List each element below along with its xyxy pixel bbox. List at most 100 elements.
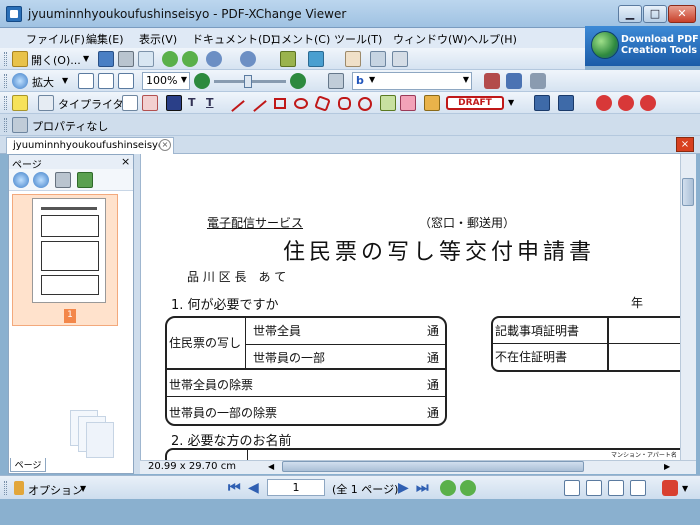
tab-close-icon[interactable]: × [159,139,171,151]
save-icon[interactable] [98,51,114,67]
strikeout-icon[interactable]: T [188,96,196,109]
eraser-icon[interactable] [400,95,416,111]
callout-icon[interactable] [142,95,158,111]
history-back-icon[interactable] [440,480,456,496]
rectangle-icon[interactable] [274,98,286,109]
search-prev-icon[interactable] [484,73,500,89]
polygon-line-icon[interactable] [338,97,351,110]
actual-size-icon[interactable] [78,73,94,89]
thumb-zoom-in-icon[interactable] [13,172,29,188]
perimeter-icon[interactable] [640,95,656,111]
chevron-down-icon[interactable]: ▼ [682,484,688,493]
redo-icon[interactable] [240,51,256,67]
options-button[interactable]: オプション [28,482,83,498]
pdf-export-icon[interactable] [662,480,678,496]
pages-pane-tab[interactable]: ページ [10,458,46,472]
toolbar-grip[interactable] [4,52,7,66]
document-view[interactable]: 電子配信サービス （窓口・郵送用） 住民票の写し等交付申請書 品 川 区 長 あ… [140,154,685,462]
measure-icon[interactable] [596,95,612,111]
zoom-in-button[interactable] [290,73,306,89]
zoom-in-icon[interactable] [12,73,28,89]
thumb-print-icon[interactable] [55,172,71,188]
text-select-icon[interactable] [392,51,408,67]
facing-icon[interactable] [608,480,624,496]
vertical-scroll-thumb[interactable] [682,178,694,206]
toolbar-grip[interactable] [4,96,7,110]
toolbar-grip[interactable] [4,481,7,495]
first-page-icon[interactable]: ⏮ [228,480,241,496]
pages-pane-close-icon[interactable]: × [121,155,130,168]
typewriter-icon[interactable] [38,95,54,111]
menu-help[interactable]: ヘルプ(H) [467,31,517,47]
continuous-icon[interactable] [586,480,602,496]
menu-document[interactable]: ドキュメント(D) [192,31,275,47]
fit-width-icon[interactable] [118,73,134,89]
chevron-down-icon[interactable]: ▼ [62,76,68,85]
copy-icon[interactable] [280,51,296,67]
pencil-icon[interactable] [380,95,396,111]
zoom-out-button[interactable] [194,73,210,89]
hand-tool-icon[interactable] [345,51,361,67]
menu-view[interactable]: 表示(V) [139,31,177,47]
tab-document[interactable]: jyuuminnhyoukoufushinseisyo [6,137,174,154]
properties-icon[interactable] [12,117,28,133]
open-folder-icon[interactable] [12,51,28,67]
arrow-icon[interactable] [231,100,245,112]
menu-edit[interactable]: 編集(E) [86,31,124,47]
next-page-icon[interactable]: ▶ [398,480,409,496]
scroll-left-icon[interactable]: ◀ [268,462,274,471]
area-icon[interactable] [618,95,634,111]
prev-page-icon[interactable]: ◀ [248,480,259,496]
page-thumbnail[interactable] [32,198,106,303]
last-page-icon[interactable]: ⏭ [416,480,429,496]
back-icon[interactable] [162,51,178,67]
facing-continuous-icon[interactable] [630,480,646,496]
open-button[interactable]: 開く(O)... [31,52,81,68]
polygon-icon[interactable] [314,95,331,112]
scroll-right-icon[interactable]: ▶ [664,462,670,471]
underline-icon[interactable]: T [206,96,214,109]
chevron-down-icon[interactable]: ▼ [80,484,86,493]
text-box-icon[interactable] [122,95,138,111]
menu-file[interactable]: ファイル(F) [26,31,85,47]
thumb-options-icon[interactable] [77,172,93,188]
zoom-level-select[interactable]: 100% ▼ [142,72,190,90]
email-icon[interactable] [138,51,154,67]
line-color-icon[interactable] [558,95,574,111]
menu-window[interactable]: ウィンドウ(W) [393,31,467,47]
zoom-slider-handle[interactable] [244,75,252,88]
horizontal-scroll-thumb[interactable] [282,461,584,472]
single-page-icon[interactable] [564,480,580,496]
search-input[interactable]: b ▼ ▼ [352,72,472,90]
forward-icon[interactable] [182,51,198,67]
history-forward-icon[interactable] [460,480,476,496]
highlight-icon[interactable] [166,95,182,111]
print-icon[interactable] [118,51,134,67]
oval-icon[interactable] [294,98,308,109]
zoom-tool-label[interactable]: 拡大 [32,74,54,90]
minimize-button[interactable]: ▁ [618,5,642,23]
stamp-icon[interactable] [424,95,440,111]
toolbar-grip[interactable] [4,118,7,132]
chevron-down-icon[interactable]: ▼ [83,54,89,63]
maximize-button[interactable]: □ [643,5,667,23]
search-options-icon[interactable] [530,73,546,89]
snapshot-icon[interactable] [370,51,386,67]
draft-stamp[interactable]: DRAFT [446,96,504,110]
undo-icon[interactable] [206,51,222,67]
line-icon[interactable] [253,100,267,112]
menu-comment[interactable]: コメント(C) [270,31,330,47]
thumb-zoom-out-icon[interactable] [33,172,49,188]
page-number-input[interactable]: 1 [267,479,325,496]
rotate-icon[interactable] [308,51,324,67]
toolbar-grip[interactable] [4,74,7,88]
close-button[interactable]: ✕ [668,5,696,23]
cloud-icon[interactable] [358,97,372,111]
close-document-button[interactable]: × [676,137,694,152]
search-next-icon[interactable] [506,73,522,89]
fit-page-icon[interactable] [98,73,114,89]
chevron-down-icon[interactable]: ▼ [508,98,514,107]
fill-color-icon[interactable] [534,95,550,111]
find-binoculars-icon[interactable] [328,73,344,89]
sticky-note-icon[interactable] [12,95,28,111]
